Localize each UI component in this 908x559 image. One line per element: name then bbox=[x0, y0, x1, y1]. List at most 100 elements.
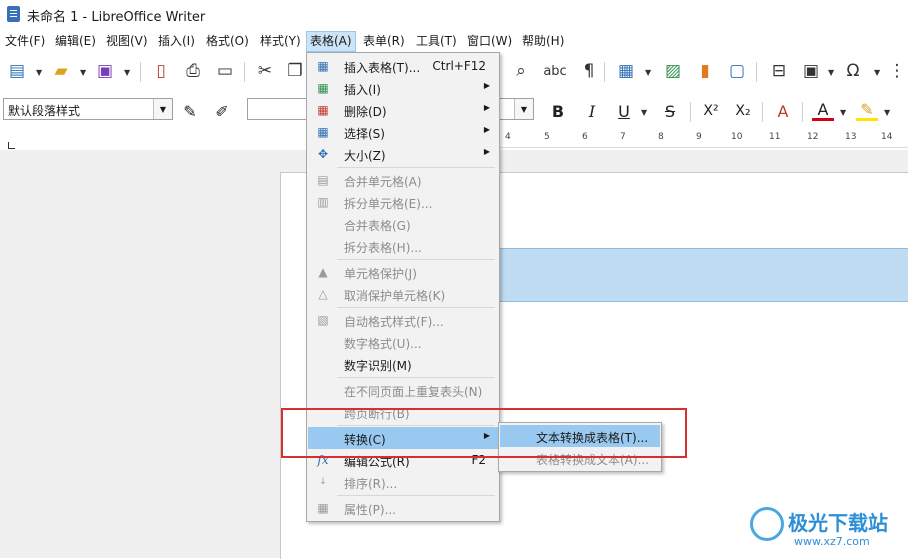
submenu-arrow-icon: ▶ bbox=[483, 147, 490, 156]
insert-table-icon[interactable]: ▦ bbox=[615, 60, 637, 82]
toolbar-separator bbox=[802, 102, 803, 122]
menu-properties[interactable]: ▦ 属性(P)... bbox=[308, 497, 498, 519]
save-dropdown-chevron-icon[interactable]: ▼ bbox=[124, 68, 130, 77]
menu-table[interactable]: 表格(A) bbox=[306, 31, 356, 52]
menu-insert-table[interactable]: ▦ 插入表格(T)... Ctrl+F12 bbox=[308, 55, 498, 77]
print-preview-icon[interactable]: ▭ bbox=[214, 60, 236, 82]
italic-icon[interactable]: I bbox=[582, 100, 602, 122]
menu-merge-table[interactable]: 合并表格(G) bbox=[308, 213, 498, 235]
font-color-icon[interactable]: A bbox=[812, 100, 834, 121]
find-replace-icon[interactable]: ⌕ bbox=[510, 60, 532, 82]
ruler-number: 6 bbox=[582, 132, 588, 142]
formatting-marks-icon[interactable]: ¶ bbox=[578, 60, 600, 82]
menu-separator bbox=[337, 377, 495, 378]
menu-form[interactable]: 表单(R) bbox=[360, 32, 408, 51]
clear-formatting-icon[interactable]: A bbox=[772, 100, 794, 122]
paragraph-style-value: 默认段落样式 bbox=[8, 104, 81, 118]
field-dropdown-chevron-icon[interactable]: ▼ bbox=[828, 68, 834, 77]
print-icon[interactable]: ⎙ bbox=[182, 60, 204, 82]
menu-sort[interactable]: ↓ 排序(R)... bbox=[308, 471, 498, 493]
menu-view[interactable]: 视图(V) bbox=[103, 32, 151, 51]
menu-split-table[interactable]: 拆分表格(H)... bbox=[308, 235, 498, 257]
selected-text-region[interactable] bbox=[498, 248, 908, 302]
menu-item-label: 拆分表格(H)... bbox=[344, 241, 422, 255]
insert-table-icon: ▦ bbox=[317, 59, 329, 73]
menu-autoformat[interactable]: ▧ 自动格式样式(F)... bbox=[308, 309, 498, 331]
insert-textbox-icon[interactable]: ▢ bbox=[726, 60, 748, 82]
menu-item-label: 数字识别(M) bbox=[344, 359, 412, 373]
toolbar-separator bbox=[690, 102, 691, 122]
toolbar-separator bbox=[756, 62, 757, 82]
menu-item-label: 单元格保护(J) bbox=[344, 267, 417, 281]
watermark-url: www.xz7.com bbox=[794, 535, 870, 548]
menu-number-recognition[interactable]: 数字识别(M) bbox=[308, 353, 498, 375]
select-table-icon: ▦ bbox=[317, 125, 329, 139]
lock-icon: ▲ bbox=[318, 265, 328, 279]
menu-insert[interactable]: 插入(I) bbox=[155, 32, 198, 51]
sort-az-icon: ↓ bbox=[319, 477, 327, 487]
special-character-icon[interactable]: Ω bbox=[842, 60, 864, 82]
menu-window[interactable]: 窗口(W) bbox=[464, 32, 515, 51]
superscript-icon[interactable]: X² bbox=[700, 100, 722, 122]
page-break-icon[interactable]: ⊟ bbox=[768, 60, 790, 82]
menu-split-cells[interactable]: ▥ 拆分单元格(E)... bbox=[308, 191, 498, 213]
save-icon[interactable]: ▣ bbox=[94, 60, 116, 82]
menu-help[interactable]: 帮助(H) bbox=[519, 32, 567, 51]
open-folder-icon[interactable]: ▰ bbox=[50, 60, 72, 82]
underline-dropdown-chevron-icon[interactable]: ▼ bbox=[641, 108, 647, 117]
insert-field-icon[interactable]: ▣ bbox=[800, 60, 822, 82]
menu-protect-cells[interactable]: ▲ 单元格保护(J) bbox=[308, 261, 498, 283]
menu-edit[interactable]: 编辑(E) bbox=[52, 32, 99, 51]
table-properties-icon: ▦ bbox=[317, 501, 329, 515]
menu-item-label: 选择(S) bbox=[344, 127, 385, 141]
paragraph-style-combo[interactable]: 默认段落样式 ▼ bbox=[3, 98, 173, 120]
copy-icon[interactable]: ❐ bbox=[284, 60, 306, 82]
special-char-dropdown-chevron-icon[interactable]: ▼ bbox=[874, 68, 880, 77]
insert-image-icon[interactable]: ▨ bbox=[662, 60, 684, 82]
export-pdf-icon[interactable]: ▯ bbox=[150, 60, 172, 82]
menu-item-label: 自动格式样式(F)... bbox=[344, 315, 444, 329]
underline-icon[interactable]: U bbox=[614, 100, 634, 122]
bold-icon[interactable]: B bbox=[548, 100, 568, 122]
more-options-icon[interactable]: ⋮ bbox=[886, 60, 908, 82]
writer-document-icon bbox=[7, 6, 20, 22]
menu-repeat-heading[interactable]: 在不同页面上重复表头(N) bbox=[308, 379, 498, 401]
open-dropdown-chevron-icon[interactable]: ▼ bbox=[80, 68, 86, 77]
menu-format[interactable]: 格式(O) bbox=[203, 32, 252, 51]
menu-delete[interactable]: ▦ 删除(D) ▶ bbox=[308, 99, 498, 121]
spelling-icon[interactable]: abc bbox=[540, 60, 570, 82]
new-document-icon[interactable]: ▤ bbox=[6, 60, 28, 82]
autoformat-icon: ▧ bbox=[317, 313, 329, 327]
table-dropdown-chevron-icon[interactable]: ▼ bbox=[645, 68, 651, 77]
menu-item-label: 插入(I) bbox=[344, 83, 381, 97]
menu-file[interactable]: 文件(F) bbox=[2, 32, 48, 51]
tab-stop-marker[interactable] bbox=[8, 142, 15, 149]
cut-icon[interactable]: ✂ bbox=[254, 60, 276, 82]
update-style-icon[interactable]: ✎ bbox=[178, 100, 202, 122]
font-size-combo[interactable]: ▼ bbox=[498, 98, 534, 120]
ruler-number: 14 bbox=[881, 132, 893, 142]
insert-chart-icon[interactable]: ▮ bbox=[694, 60, 716, 82]
ruler-number: 4 bbox=[505, 132, 511, 142]
submenu-arrow-icon: ▶ bbox=[483, 103, 490, 112]
highlight-dropdown-chevron-icon[interactable]: ▼ bbox=[884, 108, 890, 117]
menu-tools[interactable]: 工具(T) bbox=[413, 32, 460, 51]
subscript-icon[interactable]: X₂ bbox=[732, 100, 754, 122]
menu-item-shortcut: Ctrl+F12 bbox=[432, 59, 486, 73]
menu-insert[interactable]: ▦ 插入(I) ▶ bbox=[308, 77, 498, 99]
menu-styles[interactable]: 样式(Y) bbox=[257, 32, 304, 51]
menu-size[interactable]: ✥ 大小(Z) ▶ bbox=[308, 143, 498, 165]
chevron-down-icon[interactable]: ▼ bbox=[153, 99, 172, 119]
chevron-down-icon[interactable]: ▼ bbox=[514, 99, 533, 119]
merge-cells-icon: ▤ bbox=[317, 173, 329, 187]
strikethrough-icon[interactable]: S bbox=[660, 100, 680, 122]
font-color-dropdown-chevron-icon[interactable]: ▼ bbox=[840, 108, 846, 117]
menu-unprotect-cells[interactable]: △ 取消保护单元格(K) bbox=[308, 283, 498, 305]
font-name-combo[interactable] bbox=[247, 98, 307, 120]
new-dropdown-chevron-icon[interactable]: ▼ bbox=[36, 68, 42, 77]
new-style-icon[interactable]: ✐ bbox=[210, 100, 234, 122]
menu-merge-cells[interactable]: ▤ 合并单元格(A) bbox=[308, 169, 498, 191]
menu-number-format[interactable]: 数字格式(U)... bbox=[308, 331, 498, 353]
highlight-color-icon[interactable]: ✎ bbox=[856, 100, 878, 121]
menu-select[interactable]: ▦ 选择(S) ▶ bbox=[308, 121, 498, 143]
